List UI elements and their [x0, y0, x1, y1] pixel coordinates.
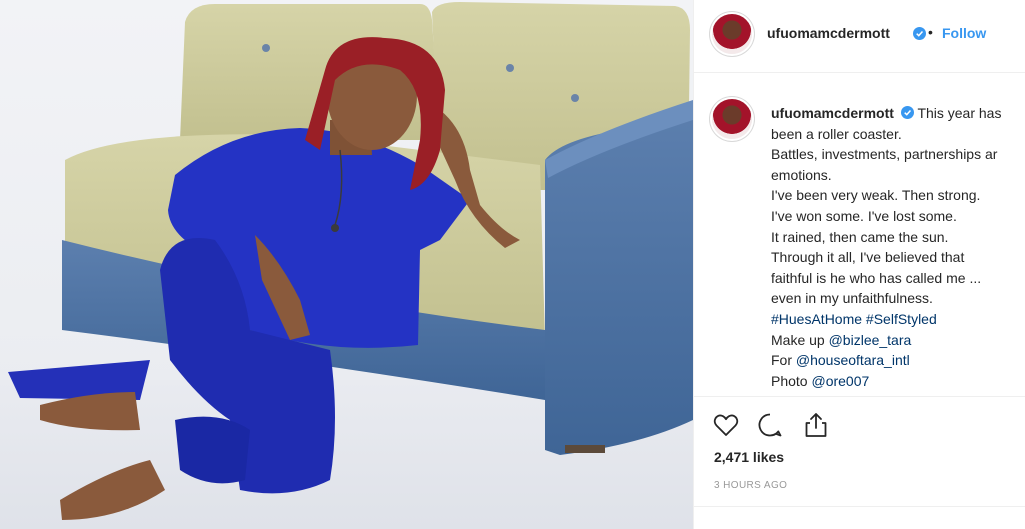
caption-avatar[interactable]: [712, 99, 752, 139]
caption-line-for: For @houseoftara_intl: [771, 350, 1025, 371]
caption-line: been a roller coaster.: [771, 125, 902, 142]
photo-prefix: Photo: [771, 372, 812, 389]
post-sidebar: ufuomamcdermott • Follow ufuomamcdermott…: [693, 0, 1025, 529]
caption-line: This year has: [917, 105, 1002, 121]
caption-comment: ufuomamcdermott This year has been a rol…: [694, 73, 1025, 393]
caption-username[interactable]: ufuomamcdermott: [771, 105, 894, 121]
caption-line: I've won some. I've lost some.: [771, 207, 957, 224]
caption-line: emotions.: [771, 166, 832, 183]
hashtag-links[interactable]: #HuesAtHome #SelfStyled: [771, 311, 937, 327]
caption-line-0: ufuomamcdermott This year has: [771, 103, 1025, 124]
speech-bubble-icon[interactable]: [756, 411, 784, 439]
verified-badge-icon: [913, 27, 926, 40]
caption-line: faithful is he who has called me ...: [771, 269, 982, 286]
caption-line: I've been very weak. Then strong.: [771, 187, 981, 204]
author-username[interactable]: ufuomamcdermott: [767, 25, 890, 41]
separator-dot: •: [928, 24, 933, 40]
caption-line: Battles, investments, partnerships ar: [771, 146, 998, 163]
mention-link-for[interactable]: @houseoftara_intl: [796, 352, 910, 368]
likes-count[interactable]: 2,471 likes: [714, 449, 784, 465]
makeup-prefix: Make up: [771, 331, 829, 348]
caption-line-photo: Photo @ore007: [771, 371, 1025, 392]
caption-line-makeup: Make up @bizlee_tara: [771, 330, 1025, 351]
share-icon[interactable]: [802, 411, 830, 439]
caption-line: Through it all, I've believed that: [771, 249, 965, 266]
mention-link-makeup[interactable]: @bizlee_tara: [829, 332, 912, 348]
follow-button[interactable]: Follow: [942, 25, 986, 41]
mention-link-photo[interactable]: @ore007: [811, 373, 869, 389]
avatar[interactable]: [712, 14, 752, 54]
caption-line: It rained, then came the sun.: [771, 228, 949, 245]
heart-icon[interactable]: [712, 411, 740, 439]
caption-text: ufuomamcdermott This year has been a rol…: [771, 103, 1025, 391]
caption-line-hashtags: #HuesAtHome #SelfStyled: [771, 309, 1025, 330]
post-header: ufuomamcdermott • Follow: [694, 0, 1025, 73]
post-photo[interactable]: [0, 0, 693, 529]
post-photo-illustration: [0, 2, 693, 529]
post-timestamp[interactable]: 3 HOURS AGO: [714, 480, 787, 491]
for-prefix: For: [771, 352, 796, 369]
divider: [694, 506, 1025, 507]
post-actions: 2,471 likes 3 HOURS AGO: [694, 396, 1025, 517]
verified-badge-icon: [900, 106, 914, 119]
caption-line: even in my unfaithfulness.: [771, 290, 933, 307]
